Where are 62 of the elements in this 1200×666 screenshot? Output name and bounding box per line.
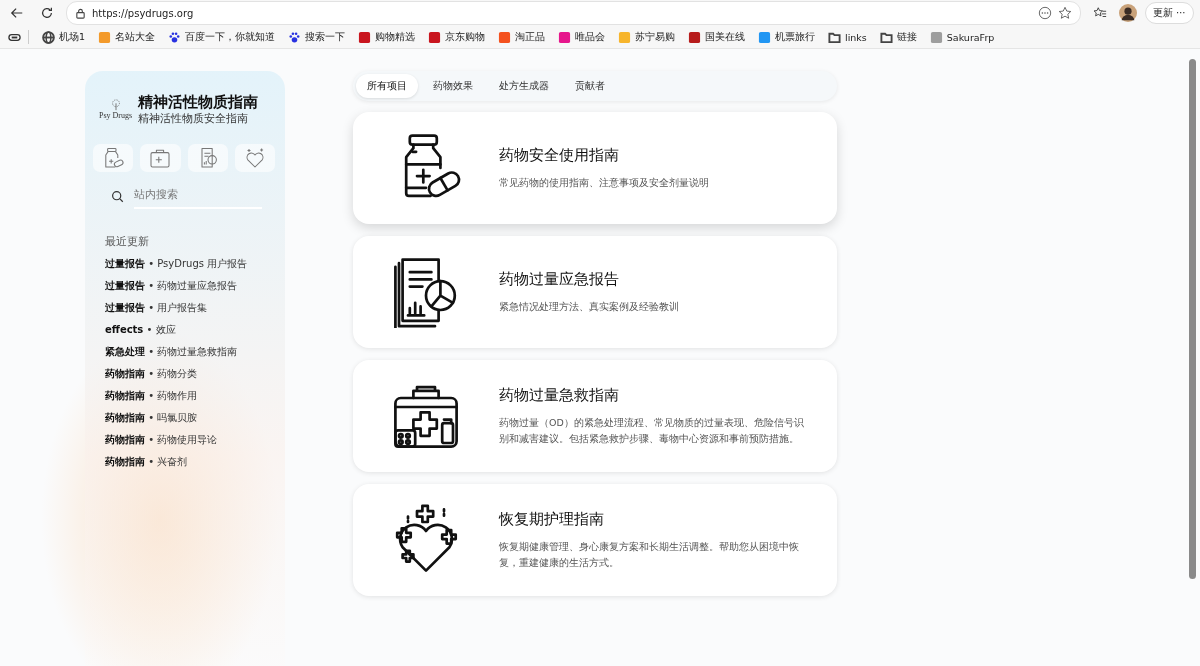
recent-link[interactable]: 过量报告 • PsyDrugs 用户报告 (105, 257, 275, 271)
back-icon[interactable] (10, 6, 24, 20)
tab[interactable]: 所有项目 (356, 74, 418, 98)
bookmark[interactable]: links (828, 30, 867, 44)
bookmark[interactable]: 百度一下，你就知道 (168, 30, 276, 44)
tab[interactable]: 药物效果 (422, 74, 484, 98)
bottle-shortcut[interactable] (93, 144, 134, 172)
avatar-icon[interactable] (1118, 4, 1137, 22)
recent-link[interactable]: 过量报告 • 用户报告集 (105, 301, 275, 315)
guide-card[interactable]: 药物过量急救指南 药物过量（OD）的紧急处理流程、常见物质的过量表现、危险信号识别和减害建议。包括紧急救护步骤、毒物中心资源和事前预防措施。 (353, 360, 837, 472)
recent-heading: 最近更新 (105, 235, 150, 249)
card-description: 恢复期健康管理、身心康复方案和长期生活调整。帮助您从困境中恢复，重建健康的生活方式。 (499, 540, 800, 570)
card-title: 药物过量急救指南 (499, 386, 620, 406)
bookmark[interactable]: 名站大全 (98, 30, 156, 44)
bookmark[interactable]: 京东购物 (428, 30, 486, 44)
bookmark[interactable]: 苏宁易购 (618, 30, 676, 44)
search-icon (111, 190, 124, 203)
tab[interactable]: 贡献者 (564, 74, 616, 98)
bookmark[interactable]: 搜索一下 (288, 30, 346, 44)
url-text: https://psydrugs.org (92, 7, 194, 19)
tree-icon (109, 99, 122, 111)
bookmark[interactable]: 购物精选 (358, 30, 416, 44)
kit-shortcut[interactable] (140, 144, 181, 172)
card-title: 药物安全使用指南 (499, 145, 620, 165)
logo[interactable]: Psy Drugs (99, 99, 133, 120)
recent-link[interactable]: 药物指南 • 吗氯贝胺 (105, 411, 275, 425)
tab[interactable]: 处方生成器 (488, 74, 560, 98)
bookmark[interactable]: 机场1 (42, 30, 86, 44)
favorites-icon[interactable] (1092, 6, 1107, 20)
card-description: 常见药物的使用指南、注意事项及安全剂量说明 (499, 175, 710, 190)
more-icon[interactable] (1037, 6, 1052, 20)
card-title: 药物过量应急报告 (499, 269, 620, 289)
reload-icon[interactable] (40, 6, 54, 20)
bookmark[interactable]: SakuraFrp (929, 30, 995, 44)
recent-link[interactable]: 紧急处理 • 药物过量急救指南 (105, 345, 275, 359)
address-bar[interactable]: https://psydrugs.org (66, 1, 1081, 25)
recent-link[interactable]: effects • 效应 (105, 323, 275, 337)
lock-icon (75, 7, 86, 19)
card-description: 药物过量（OD）的紧急处理流程、常见物质的过量表现、危险信号识别和减害建议。包括紧急救护步骤、毒物中心资源和事前预防措施。 (499, 416, 805, 446)
recent-link[interactable]: 药物指南 • 药物使用导论 (105, 433, 275, 447)
recent-link[interactable]: 药物指南 • 药物分类 (105, 367, 275, 381)
card-title: 恢复期护理指南 (499, 510, 605, 530)
bookmark[interactable]: 机票旅行 (758, 30, 816, 44)
update-button[interactable]: 更新 ⋯ (1144, 2, 1194, 24)
bookmark[interactable]: 唯品会 (558, 30, 606, 44)
guide-card[interactable]: 药物过量应急报告 紧急情况处理方法、真实案例及经验教训 (353, 236, 837, 348)
guide-card[interactable]: 药物安全使用指南 常见药物的使用指南、注意事项及安全剂量说明 (353, 112, 837, 224)
bookmark[interactable]: 国美在线 (688, 30, 746, 44)
bookmark[interactable]: 链接 (879, 30, 917, 44)
heart-shortcut[interactable] (234, 144, 275, 172)
recent-link[interactable]: 药物指南 • 药物作用 (105, 389, 275, 403)
recent-link[interactable]: 药物指南 • 兴奋剂 (105, 455, 275, 469)
bookmark[interactable]: 淘正品 (498, 30, 546, 44)
site-title: 精神活性物质指南 (138, 93, 259, 112)
card-description: 紧急情况处理方法、真实案例及经验教训 (499, 299, 680, 314)
report-shortcut[interactable] (187, 144, 228, 172)
scrollbar[interactable] (1189, 59, 1196, 579)
guide-card[interactable]: 恢复期护理指南 恢复期健康管理、身心康复方案和长期生活调整。帮助您从困境中恢复，重建健康的生活方式。 (353, 484, 837, 596)
star-icon[interactable] (1057, 6, 1072, 20)
search-field[interactable]: 站内搜索 (134, 184, 262, 209)
site-subtitle: 精神活性物质安全指南 (138, 112, 250, 126)
recent-link[interactable]: 过量报告 • 药物过量应急报告 (105, 279, 275, 293)
